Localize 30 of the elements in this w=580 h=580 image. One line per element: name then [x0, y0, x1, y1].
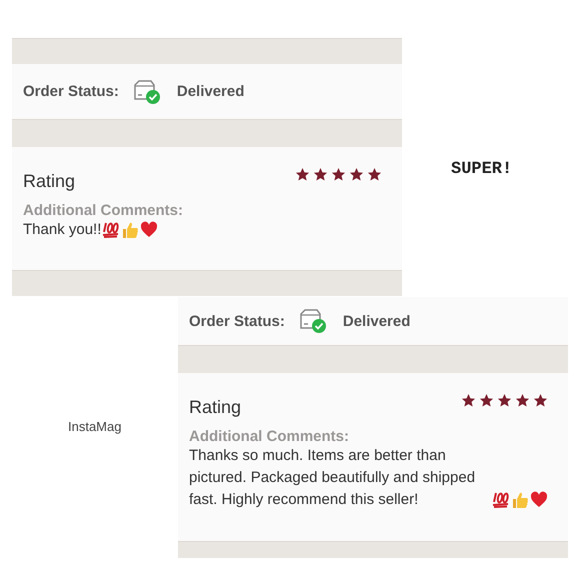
- heart-icon: [140, 221, 158, 238]
- hundred-points-icon: [102, 221, 120, 238]
- thumbs-up-icon: [121, 221, 140, 239]
- heart-icon: [530, 491, 548, 508]
- package-check-icon: [298, 308, 327, 334]
- star-icon: [349, 167, 364, 182]
- comments-label: Additional Comments:: [23, 202, 184, 219]
- rating-label: Rating: [23, 171, 76, 192]
- order-status-value: Delivered: [176, 83, 244, 100]
- caption-text: SUPER!: [451, 160, 512, 179]
- thumbs-up-icon: [511, 491, 529, 509]
- star-icon: [515, 393, 530, 408]
- order-status-label: Order Status:: [189, 312, 285, 330]
- star-icon: [331, 167, 346, 182]
- star-icon: [367, 167, 382, 182]
- comment-text: Thank you!!: [23, 220, 102, 240]
- package-check-icon: [132, 78, 161, 104]
- star-icon: [479, 393, 494, 408]
- star-icon: [533, 393, 548, 408]
- star-icon: [295, 167, 310, 182]
- star-icon: [497, 393, 512, 408]
- comment-text: Thanks so much. Items are better than pictured. Packaged beautifully and shipped fast. Highly recommend this seller!: [189, 446, 476, 510]
- app-label: InstaMag: [68, 419, 122, 434]
- hundred-points-icon: [492, 491, 510, 508]
- order-status-value: Delivered: [342, 312, 410, 330]
- rating-label: Rating: [189, 397, 242, 418]
- order-status-label: Order Status:: [23, 83, 119, 100]
- comments-label: Additional Comments:: [189, 428, 350, 445]
- star-icon: [313, 167, 328, 182]
- star-icon: [461, 393, 476, 408]
